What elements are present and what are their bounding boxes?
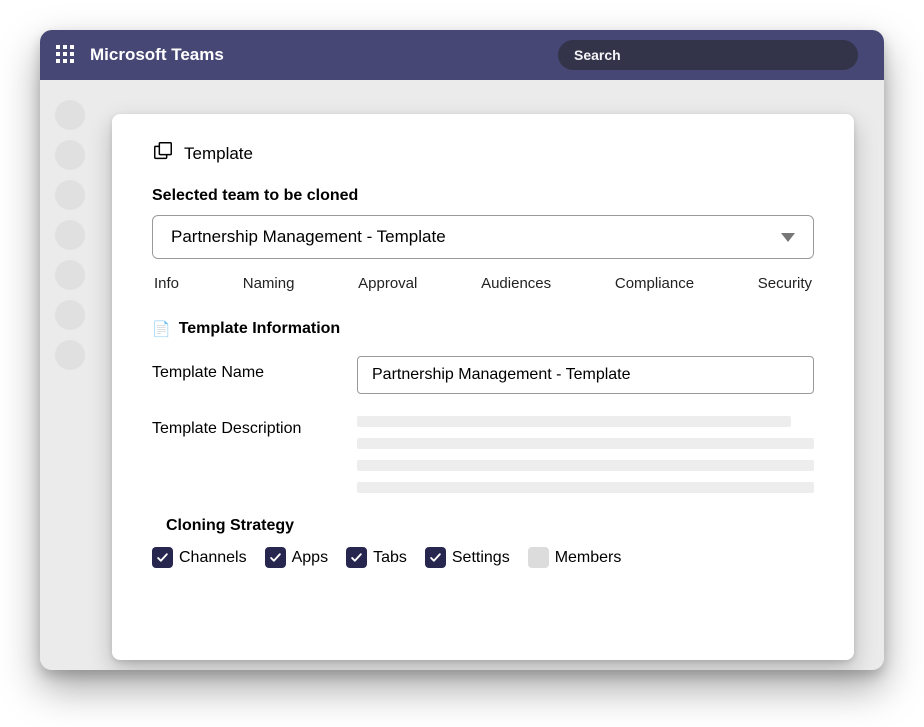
app-window: Microsoft Teams Template (40, 30, 884, 670)
cloning-option-label: Apps (292, 549, 328, 567)
rail-item[interactable] (55, 100, 85, 130)
panel-title: Template (184, 144, 253, 164)
rail-item[interactable] (55, 140, 85, 170)
chevron-down-icon (781, 233, 795, 242)
checkbox-checked-icon (425, 547, 446, 568)
cloning-strategy-title: Cloning Strategy (166, 517, 814, 535)
template-description-row: Template Description (152, 412, 814, 493)
template-description-label: Template Description (152, 412, 357, 438)
rail-item[interactable] (55, 340, 85, 370)
team-select-value: Partnership Management - Template (171, 227, 446, 247)
tab-security[interactable]: Security (758, 275, 812, 292)
search-input[interactable] (574, 47, 842, 63)
cloning-option-tabs[interactable]: Tabs (346, 547, 407, 568)
template-panel: Template Selected team to be cloned Part… (112, 114, 854, 660)
tab-audiences[interactable]: Audiences (481, 275, 551, 292)
cloning-option-label: Tabs (373, 549, 407, 567)
body-area: Template Selected team to be cloned Part… (40, 80, 884, 670)
cloning-option-label: Members (555, 549, 622, 567)
rail-item[interactable] (55, 180, 85, 210)
tab-compliance[interactable]: Compliance (615, 275, 694, 292)
checkbox-checked-icon (152, 547, 173, 568)
cloning-option-settings[interactable]: Settings (425, 547, 510, 568)
app-title: Microsoft Teams (90, 45, 224, 65)
cloning-option-apps[interactable]: Apps (265, 547, 328, 568)
cloning-option-members[interactable]: Members (528, 547, 622, 568)
checkbox-checked-icon (346, 547, 367, 568)
tab-info[interactable]: Info (154, 275, 179, 292)
tab-naming[interactable]: Naming (243, 275, 295, 292)
rail-item[interactable] (55, 260, 85, 290)
template-icon (152, 140, 174, 167)
section-title: Template Information (179, 320, 341, 338)
rail-item[interactable] (55, 220, 85, 250)
team-select[interactable]: Partnership Management - Template (152, 215, 814, 259)
cloning-option-label: Channels (179, 549, 247, 567)
left-rail (40, 80, 100, 670)
cloning-options: Channels Apps Tabs Settings Members (152, 547, 814, 568)
template-name-row: Template Name (152, 356, 814, 394)
cloning-option-label: Settings (452, 549, 510, 567)
titlebar: Microsoft Teams (40, 30, 884, 80)
cloning-option-channels[interactable]: Channels (152, 547, 247, 568)
app-launcher-icon[interactable] (56, 45, 76, 65)
checkbox-checked-icon (265, 547, 286, 568)
selected-team-label: Selected team to be cloned (152, 187, 814, 205)
tabs: Info Naming Approval Audiences Complianc… (152, 275, 814, 292)
file-icon: 📄 (152, 320, 171, 338)
template-name-label: Template Name (152, 356, 357, 382)
tab-approval[interactable]: Approval (358, 275, 417, 292)
rail-item[interactable] (55, 300, 85, 330)
checkbox-unchecked-icon (528, 547, 549, 568)
template-name-input[interactable] (357, 356, 814, 394)
search-box[interactable] (558, 40, 858, 70)
panel-header: Template (152, 140, 814, 167)
section-header: 📄 Template Information (152, 320, 814, 338)
template-description-input[interactable] (357, 412, 814, 493)
